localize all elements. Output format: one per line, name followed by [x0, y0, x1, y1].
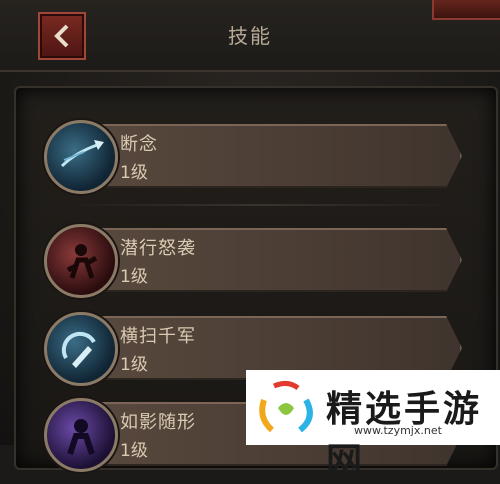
skill-level: 1级	[120, 441, 148, 461]
watermark: 精选手游网 www.tzymjx.net	[246, 370, 500, 482]
corner-ornament	[432, 0, 500, 20]
skill-name: 横扫千军	[120, 326, 196, 347]
skill-level: 1级	[120, 355, 148, 375]
title-bar: 技能	[0, 0, 500, 72]
skill-name: 如影随形	[120, 412, 196, 433]
sweeping-blade-icon	[44, 312, 118, 386]
skill-row-duannian[interactable]: 断念 1级	[44, 120, 462, 194]
skill-level: 1级	[120, 267, 148, 287]
shadow-figure-icon	[44, 398, 118, 472]
watermark-logo-icon	[254, 378, 320, 442]
skill-name: 潜行怒袭	[120, 238, 196, 259]
thrown-blade-icon	[44, 120, 118, 194]
watermark-url: www.tzymjx.net	[354, 424, 442, 437]
stealth-assassin-icon	[44, 224, 118, 298]
game-screen: 技能 断念 1级 潜行怒袭 1级 横扫千军 1级 如影随形 1级 精选手游网 w…	[0, 0, 500, 482]
page-title: 技能	[228, 24, 272, 48]
skill-level: 1级	[120, 163, 148, 183]
skill-name: 断念	[120, 134, 158, 155]
skill-row-qianxingnuxi[interactable]: 潜行怒袭 1级	[44, 224, 462, 298]
divider	[60, 204, 460, 206]
